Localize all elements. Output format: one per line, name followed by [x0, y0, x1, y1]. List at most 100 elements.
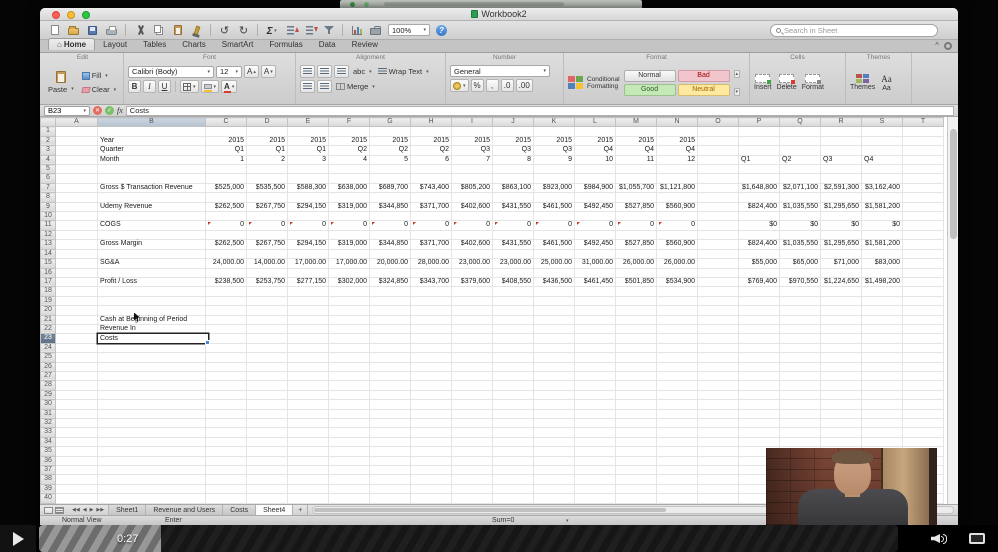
- sheet-cell[interactable]: [205, 286, 247, 297]
- sheet-cell[interactable]: [369, 465, 411, 476]
- sheet-cell[interactable]: $319,000: [328, 201, 370, 213]
- sheet-cell[interactable]: Q3: [492, 145, 534, 156]
- sheet-cell[interactable]: [656, 408, 698, 420]
- sheet-cell[interactable]: [656, 295, 698, 307]
- sheet-cell[interactable]: 2: [246, 154, 288, 166]
- sheet-cell[interactable]: 0: [328, 220, 370, 231]
- sheet-cell[interactable]: [369, 229, 411, 241]
- sheet-cell[interactable]: 2015: [451, 135, 493, 147]
- sheet-cell[interactable]: [697, 126, 739, 137]
- sheet-cell[interactable]: [246, 465, 288, 476]
- sheet-cell[interactable]: $238,500: [205, 276, 247, 288]
- sheet-cell[interactable]: [451, 126, 493, 137]
- sheet-cell[interactable]: [97, 427, 206, 438]
- sheet-cell[interactable]: $83,000: [861, 258, 903, 269]
- fill-color-button[interactable]: ▾: [200, 80, 220, 93]
- row-header-8[interactable]: 8: [40, 192, 56, 203]
- sheet-cell[interactable]: 26,000.00: [615, 258, 657, 269]
- sheet-cell[interactable]: $588,300: [287, 182, 329, 194]
- sheet-cell[interactable]: [492, 427, 534, 438]
- active-cell-editor[interactable]: Costs: [97, 333, 210, 346]
- sheet-cell[interactable]: [205, 267, 247, 278]
- sheet-cell[interactable]: [861, 361, 903, 372]
- sheet-cell[interactable]: Costs: [97, 333, 210, 346]
- sheet-cell[interactable]: [287, 399, 329, 410]
- sheet-cell[interactable]: Quarter: [97, 145, 206, 156]
- sheet-cell[interactable]: [738, 427, 780, 438]
- sheet-cell[interactable]: [533, 502, 575, 504]
- sheet-cell[interactable]: [902, 361, 944, 372]
- sheet-cell[interactable]: [697, 436, 739, 448]
- sheet-cell[interactable]: $294,150: [287, 239, 329, 250]
- sheet-cell[interactable]: [820, 314, 862, 325]
- sheet-cell[interactable]: [369, 352, 411, 363]
- sheet-cell[interactable]: [861, 417, 903, 429]
- fullscreen-button[interactable]: [956, 525, 998, 552]
- sheet-cell[interactable]: [861, 380, 903, 391]
- sheet-cell[interactable]: [533, 436, 575, 448]
- sheet-cell[interactable]: [246, 192, 288, 203]
- italic-button[interactable]: I: [143, 80, 156, 93]
- sheet-cell[interactable]: [328, 352, 370, 363]
- sheet-cell[interactable]: [328, 192, 370, 203]
- sheet-cell[interactable]: [97, 229, 206, 241]
- sheet-cell[interactable]: 0: [205, 220, 247, 231]
- sheet-cell[interactable]: [369, 173, 411, 184]
- sheet-cell[interactable]: [205, 493, 247, 504]
- sheet-cell[interactable]: 2015: [615, 135, 657, 147]
- sheet-cell[interactable]: [533, 417, 575, 429]
- sheet-cell[interactable]: [410, 474, 452, 485]
- sheet-cell[interactable]: [205, 192, 247, 203]
- sheet-cell[interactable]: [656, 267, 698, 278]
- sheet-cell[interactable]: [861, 333, 903, 344]
- sheet-cell[interactable]: [738, 173, 780, 184]
- sheet-cell[interactable]: [533, 248, 575, 260]
- sheet-cell[interactable]: 2015: [410, 135, 452, 147]
- sheet-cell[interactable]: Q2: [410, 145, 452, 156]
- sheet-cell[interactable]: Q1: [287, 145, 329, 156]
- sheet-cell[interactable]: [861, 126, 903, 137]
- sheet-cell[interactable]: 0: [615, 220, 657, 231]
- sheet-cell[interactable]: Month: [97, 154, 206, 166]
- sheet-cell[interactable]: [533, 408, 575, 420]
- row-header-29[interactable]: 29: [40, 389, 56, 401]
- sheet-cell[interactable]: [369, 286, 411, 297]
- sheet-cell[interactable]: [656, 436, 698, 448]
- sheet-cell[interactable]: [574, 192, 616, 203]
- sheet-cell[interactable]: $923,000: [533, 182, 575, 194]
- sheet-cell[interactable]: [861, 286, 903, 297]
- sheet-cell[interactable]: [369, 164, 411, 175]
- sheet-cell[interactable]: [55, 295, 98, 307]
- sheet-cell[interactable]: [738, 352, 780, 363]
- sheet-cell[interactable]: [533, 352, 575, 363]
- sheet-cell[interactable]: [779, 427, 821, 438]
- sheet-cell[interactable]: [328, 164, 370, 175]
- column-header-L[interactable]: L: [574, 117, 616, 128]
- row-header-37[interactable]: 37: [40, 465, 56, 476]
- sheet-cell[interactable]: [97, 446, 206, 457]
- sheet-cell[interactable]: [615, 323, 657, 335]
- sheet-cell[interactable]: [615, 417, 657, 429]
- sheet-cell[interactable]: $71,000: [820, 258, 862, 269]
- row-header-27[interactable]: 27: [40, 370, 56, 382]
- decrease-indent-button[interactable]: [300, 80, 315, 93]
- sheet-cell[interactable]: [615, 342, 657, 354]
- sheet-cell[interactable]: $970,550: [779, 276, 821, 288]
- sheet-cell[interactable]: [820, 173, 862, 184]
- column-header-H[interactable]: H: [410, 117, 452, 128]
- sheet-cell[interactable]: [55, 427, 98, 438]
- sheet-cell[interactable]: [246, 474, 288, 485]
- row-header-12[interactable]: 12: [40, 229, 56, 241]
- conditional-formatting-button[interactable]: Conditional Formatting: [568, 76, 620, 90]
- sheet-cell[interactable]: $492,450: [574, 239, 616, 250]
- sheet-cell[interactable]: [656, 248, 698, 260]
- sheet-cell[interactable]: [410, 483, 452, 495]
- sheet-cell[interactable]: [902, 182, 944, 194]
- sheet-cell[interactable]: [328, 427, 370, 438]
- sheet-cell[interactable]: [410, 399, 452, 410]
- sheet-cell[interactable]: [287, 342, 329, 354]
- tab-home[interactable]: ⌂ Home: [48, 38, 96, 50]
- paste-button[interactable]: Paste ▾: [46, 70, 76, 95]
- sheet-cell[interactable]: [656, 314, 698, 325]
- sheet-cell[interactable]: [287, 305, 329, 316]
